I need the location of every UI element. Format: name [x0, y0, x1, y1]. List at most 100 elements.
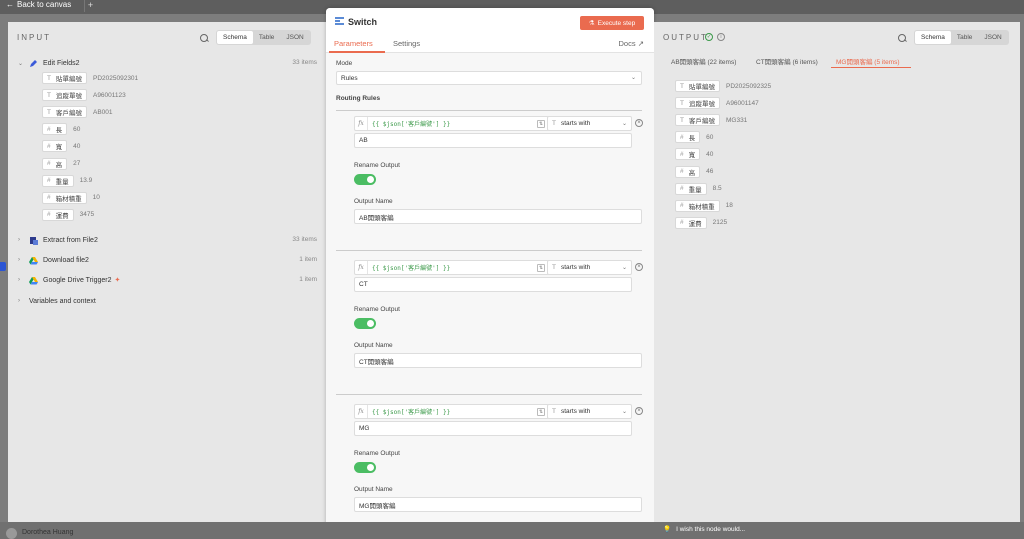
rule-right-value[interactable]: MG	[354, 421, 632, 436]
schema-field-row[interactable]: # 高 46	[675, 165, 713, 178]
field-name-pill[interactable]: T 貼單編號	[675, 80, 720, 92]
schema-field-row[interactable]: # 箱材積重 18	[675, 199, 733, 212]
tree-node-edit-fields2[interactable]: ⌄ Edit Fields2	[18, 57, 80, 69]
back-to-canvas-link[interactable]: ← Back to canvas	[6, 0, 71, 9]
tree-node-download-file2[interactable]: › Download file2	[18, 254, 89, 266]
expand-editor-icon[interactable]: ⇅	[537, 408, 545, 416]
schema-field-row[interactable]: T 貼單編號 PD2025092301	[42, 72, 138, 84]
add-tab-button[interactable]: +	[84, 0, 96, 12]
schema-field-row[interactable]: # 重量 13.9	[42, 174, 92, 187]
expression-icon: fx	[355, 261, 368, 274]
expand-editor-icon[interactable]: ⇅	[537, 264, 545, 272]
field-name: 追蹤單號	[688, 101, 715, 109]
field-name-pill[interactable]: # 長	[42, 123, 68, 136]
schema-field-row[interactable]: T 客戶編號 AB001	[42, 106, 113, 119]
field-name-pill[interactable]: T 貼單編號	[42, 72, 87, 84]
schema-field-row[interactable]: # 重量 8.5	[675, 182, 722, 195]
output-name-input[interactable]: CT開頭客編	[354, 353, 642, 368]
branch-tab-ab[interactable]: AB開頭客編 (22 items)	[671, 56, 736, 66]
schema-field-row[interactable]: # 箱材積重 10	[42, 191, 100, 204]
tab-settings[interactable]: Settings	[393, 39, 420, 48]
output-view-json[interactable]: JSON	[978, 31, 1007, 44]
google-drive-icon	[29, 256, 38, 265]
field-name-pill[interactable]: T 客戶編號	[42, 106, 87, 119]
execute-step-button[interactable]: ⚗ Execute step	[580, 16, 644, 30]
arrow-left-icon: ←	[6, 0, 14, 9]
tab-parameters[interactable]: Parameters	[334, 39, 373, 48]
field-name-pill[interactable]: # 箱材積重	[675, 199, 720, 212]
field-name-pill[interactable]: T 追蹤單號	[675, 97, 720, 110]
field-name-pill[interactable]: # 寬	[675, 148, 701, 161]
schema-field-row[interactable]: # 運費 2125	[675, 216, 727, 229]
field-name-pill[interactable]: # 重量	[675, 182, 707, 195]
file-icon	[29, 236, 38, 245]
rename-output-toggle[interactable]	[354, 318, 376, 329]
schema-field-row[interactable]: # 高 27	[42, 157, 80, 170]
schema-field-row[interactable]: T 追蹤單號 A96001147	[675, 97, 759, 110]
output-view-table[interactable]: Table	[951, 31, 979, 44]
field-name-pill[interactable]: # 運費	[675, 216, 707, 229]
output-name-input[interactable]: MG開頭客編	[354, 497, 642, 512]
docs-link[interactable]: Docs ↗	[619, 39, 644, 48]
items-count: 33 items	[292, 236, 317, 243]
schema-field-row[interactable]: # 寬 40	[42, 140, 80, 153]
output-view-schema[interactable]: Schema	[915, 31, 951, 44]
field-name-pill[interactable]: # 高	[675, 165, 701, 178]
feedback-prompt[interactable]: 💡 I wish this node would...	[663, 525, 745, 534]
avatar[interactable]	[6, 528, 17, 539]
remove-rule-icon[interactable]: ×	[635, 263, 643, 271]
search-icon[interactable]	[898, 34, 907, 43]
flask-icon: ⚗	[588, 20, 595, 27]
search-icon[interactable]	[200, 34, 209, 43]
rename-output-toggle[interactable]	[354, 462, 376, 473]
field-name-pill[interactable]: T 客戶編號	[675, 114, 720, 127]
switch-node-modal: Switch ⚗ Execute step Parameters Setting…	[326, 8, 654, 539]
rule-operator-select[interactable]: Tstarts with ⌄	[547, 116, 632, 131]
branch-tab-mg[interactable]: MG開頭客編 (5 items)	[836, 56, 900, 66]
schema-field-row[interactable]: T 追蹤單號 A96001123	[42, 89, 126, 102]
rename-output-label: Rename Output	[354, 162, 400, 169]
schema-field-row[interactable]: # 長 60	[42, 123, 80, 136]
input-view-table[interactable]: Table	[253, 31, 281, 44]
remove-rule-icon[interactable]: ×	[635, 407, 643, 415]
number-type-icon: #	[680, 133, 684, 141]
rule-left-value[interactable]: fx {{ $json['客戶編號'] }} ⇅	[354, 404, 549, 419]
string-type-icon: T	[47, 74, 51, 82]
rule-operator-select[interactable]: Tstarts with ⌄	[547, 404, 632, 419]
rule-operator-select[interactable]: Tstarts with ⌄	[547, 260, 632, 275]
input-view-schema[interactable]: Schema	[217, 31, 253, 44]
expand-editor-icon[interactable]: ⇅	[537, 120, 545, 128]
rule-right-value[interactable]: CT	[354, 277, 632, 292]
operator-label: starts with	[560, 264, 591, 271]
field-name-pill[interactable]: T 追蹤單號	[42, 89, 87, 102]
tree-node-variables-and-context[interactable]: › Variables and context	[18, 295, 96, 307]
schema-field-row[interactable]: # 長 60	[675, 131, 713, 144]
branch-tab-ct[interactable]: CT開頭客編 (6 items)	[756, 56, 818, 66]
schema-field-row[interactable]: T 貼單編號 PD2025092325	[675, 80, 771, 92]
field-name-pill[interactable]: # 長	[675, 131, 701, 144]
field-name-pill[interactable]: # 重量	[42, 174, 74, 187]
node-name: Edit Fields2	[43, 59, 80, 67]
lightbulb-icon: 💡	[663, 526, 672, 533]
rename-output-toggle[interactable]	[354, 174, 376, 185]
number-type-icon: #	[680, 168, 684, 175]
output-name-input[interactable]: AB開頭客編	[354, 209, 642, 224]
rule-right-value[interactable]: AB	[354, 133, 632, 148]
tree-node-google-drive-trigger2[interactable]: › Google Drive Trigger2 ✦	[18, 274, 120, 286]
mode-select[interactable]: Rules ⌄	[336, 71, 642, 85]
info-icon[interactable]: i	[717, 33, 725, 41]
field-value: 18	[725, 202, 733, 210]
rule-left-value[interactable]: fx {{ $json['客戶編號'] }} ⇅	[354, 260, 549, 275]
field-name-pill[interactable]: # 寬	[42, 140, 68, 153]
field-name-pill[interactable]: # 高	[42, 157, 68, 170]
remove-rule-icon[interactable]: ×	[635, 119, 643, 127]
field-name-pill[interactable]: # 箱材積重	[42, 191, 87, 204]
schema-field-row[interactable]: # 寬 40	[675, 148, 713, 161]
rule-left-value[interactable]: fx {{ $json['客戶編號'] }} ⇅	[354, 116, 549, 131]
input-view-json[interactable]: JSON	[280, 31, 309, 44]
schema-field-row[interactable]: T 客戶編號 MG331	[675, 114, 747, 127]
schema-field-row[interactable]: # 運費 3475	[42, 208, 94, 221]
tree-node-extract-from-file2[interactable]: › Extract from File2	[18, 234, 98, 246]
field-name-pill[interactable]: # 運費	[42, 208, 74, 221]
back-label: Back to canvas	[17, 0, 72, 9]
